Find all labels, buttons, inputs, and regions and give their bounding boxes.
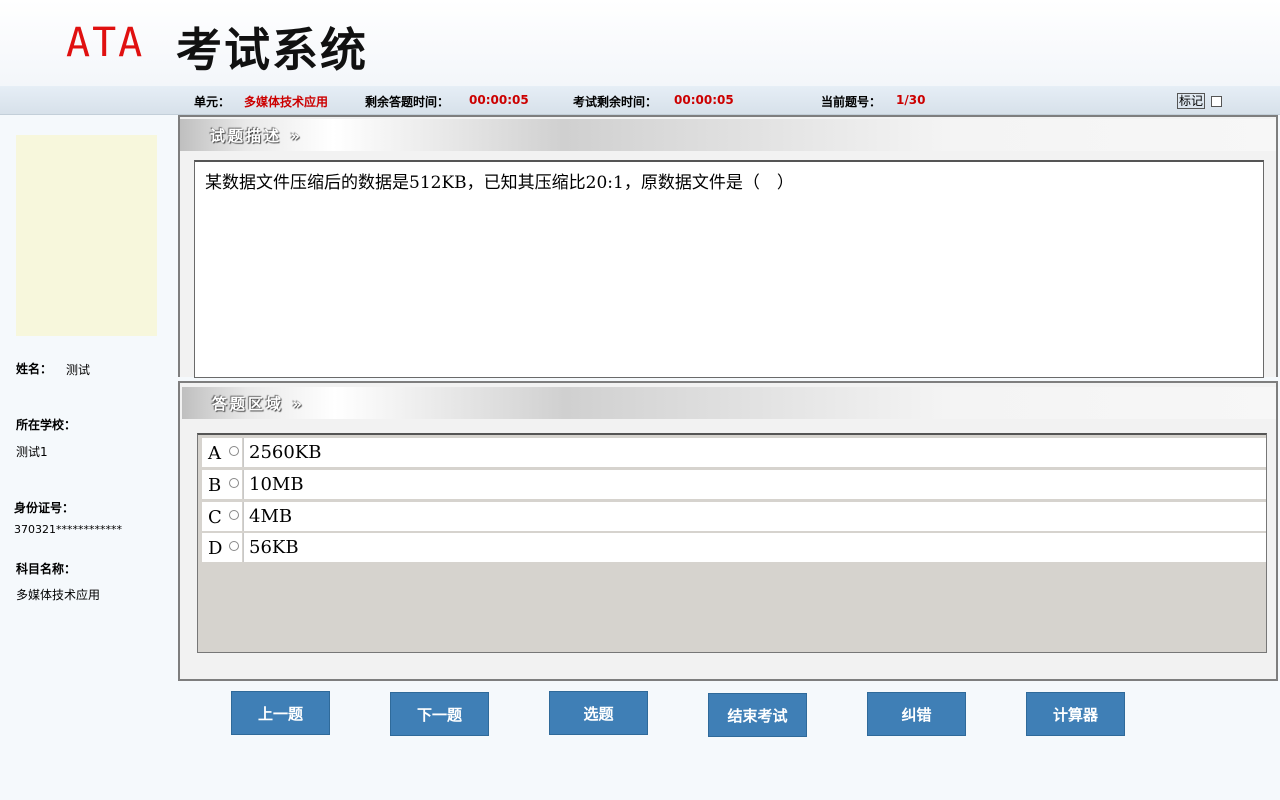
exam-time-label: 考试剩余时间： [573,95,658,109]
current-question-value: 1/30 [896,93,926,107]
name-label: 姓名： [16,362,53,376]
report-error-button[interactable]: 纠错 [867,692,966,736]
current-question-label: 当前题号： [821,95,882,109]
prev-question-button[interactable]: 上一题 [231,691,330,735]
option-row-d[interactable]: D 56KB [202,533,1266,562]
calculator-button[interactable]: 计算器 [1026,692,1125,736]
answer-panel-header: 答题区域 » [182,387,1276,419]
subject-value: 多媒体技术应用 [16,588,101,602]
name-value: 测试 [66,363,91,377]
exam-time-value: 00:00:05 [674,93,734,107]
question-text: 某数据文件压缩后的数据是512KB，已知其压缩比20:1，原数据文件是（ ） [194,160,1264,378]
question-panel-header: 试题描述 » [180,119,1276,151]
unit-label: 单元： [194,95,231,109]
option-letter-cell: A [202,438,242,467]
option-letter-cell: B [202,470,242,499]
option-c-radio[interactable] [229,510,239,520]
answer-panel: 答题区域 » A 2560KB B 10MB C 4MB D 56KB [178,381,1278,681]
option-text[interactable]: 56KB [243,533,1266,562]
next-question-button[interactable]: 下一题 [390,692,489,736]
end-exam-button[interactable]: 结束考试 [708,693,807,737]
option-b-radio[interactable] [229,478,239,488]
unit-value: 多媒体技术应用 [244,95,329,109]
app-header: ATA 考试系统 [0,0,1280,86]
question-text-content: 某数据文件压缩后的数据是512KB，已知其压缩比20:1，原数据文件是（ ） [205,173,794,193]
app-title: 考试系统 [176,23,368,77]
answer-time-value: 00:00:05 [469,93,529,107]
option-row-b[interactable]: B 10MB [202,470,1266,499]
option-text[interactable]: 4MB [243,502,1266,531]
school-label: 所在学校： [16,418,77,432]
exam-info-bar: 单元： 多媒体技术应用 剩余答题时间： 00:00:05 考试剩余时间： 00:… [0,86,1280,115]
option-row-a[interactable]: A 2560KB [202,438,1266,467]
mark-checkbox[interactable] [1211,96,1223,107]
answer-time-label: 剩余答题时间： [365,95,450,109]
answer-header-title: 答题区域 » [212,395,305,413]
option-letter: C [208,507,222,528]
candidate-photo [16,135,157,336]
id-value: 370321************ [14,523,122,536]
option-letter-cell: C [202,502,242,531]
option-text[interactable]: 2560KB [243,438,1266,467]
question-panel: 试题描述 » 某数据文件压缩后的数据是512KB，已知其压缩比20:1，原数据文… [178,115,1278,378]
mark-control[interactable]: 标记 [1177,92,1223,109]
option-letter: A [208,443,221,464]
option-d-radio[interactable] [229,541,239,551]
school-value: 测试1 [16,445,48,459]
option-letter: B [208,475,222,496]
id-label: 身份证号： [14,501,75,515]
option-a-radio[interactable] [229,446,239,456]
candidate-sidebar: 姓名： 测试 所在学校： 测试1 身份证号： 370321***********… [0,115,178,800]
subject-label: 科目名称： [16,562,77,576]
mark-label: 标记 [1177,93,1206,109]
logo: ATA [66,20,145,66]
option-text[interactable]: 10MB [243,470,1266,499]
answer-area: A 2560KB B 10MB C 4MB D 56KB [197,433,1267,653]
option-letter-cell: D [202,533,242,562]
select-question-button[interactable]: 选题 [549,691,648,735]
option-row-c[interactable]: C 4MB [202,502,1266,531]
option-letter: D [208,538,223,559]
question-header-title: 试题描述 » [210,127,303,145]
